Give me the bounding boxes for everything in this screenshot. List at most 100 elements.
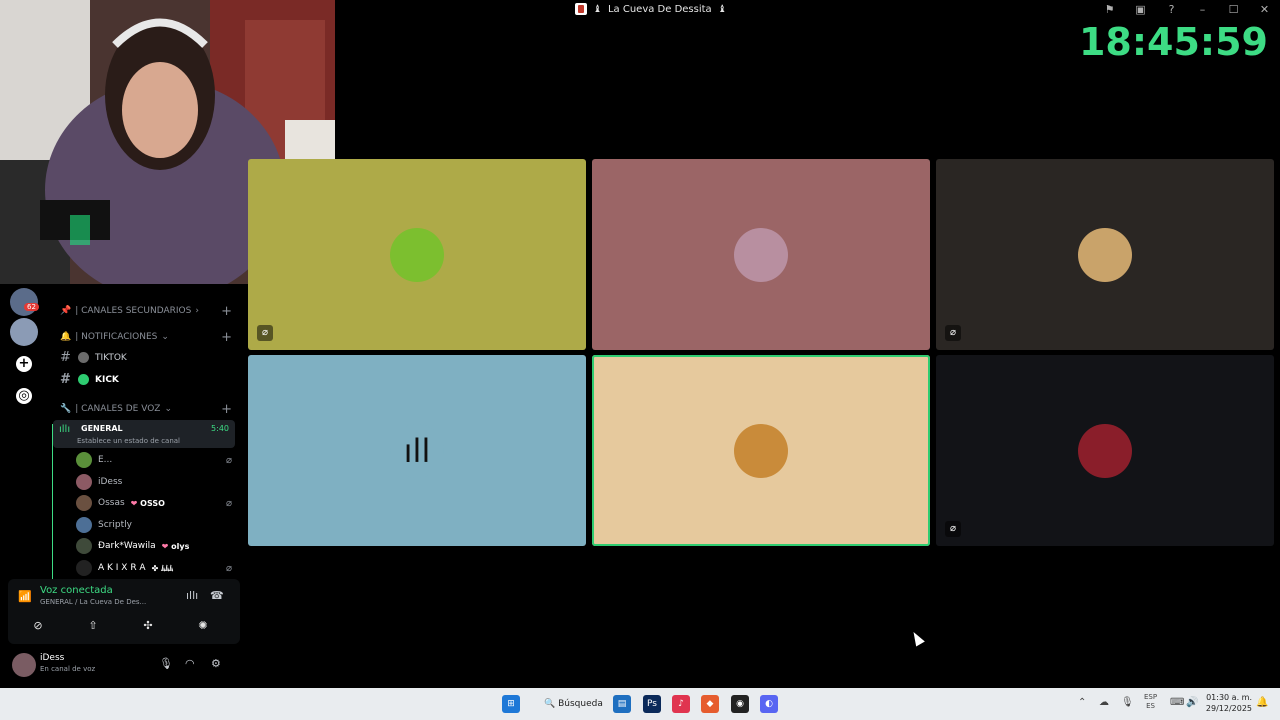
mic-icon[interactable]: 🎙 (159, 657, 173, 670)
participant-tile[interactable] (592, 159, 930, 350)
participant-tile-speaking[interactable] (592, 355, 930, 546)
system-clock[interactable]: 01:30 a. m. 29/12/2025 (1206, 692, 1252, 714)
avatar (76, 560, 92, 576)
avatar (734, 423, 788, 478)
mic-muted-icon: ⌀ (945, 325, 961, 341)
screen-share-icon: ⇧ (88, 619, 98, 632)
search-box[interactable]: 🔍 Búsqueda (536, 694, 608, 714)
voice-member[interactable]: A K I X R A ✤ ﾑﾑﾑ ⌀ (76, 560, 232, 576)
activities-icon: ✣ (143, 619, 153, 632)
add-server-icon[interactable]: + (16, 356, 32, 372)
voice-location[interactable]: GENERAL / La Cueva De Des... (40, 598, 146, 606)
music-icon[interactable]: ♪ (672, 695, 690, 713)
participant-tile[interactable]: ⌀ (248, 159, 586, 350)
category-notifications[interactable]: 🔔 | NOTIFICACIONES ⌄ + (60, 330, 232, 345)
help-icon[interactable]: ? (1156, 2, 1187, 18)
chevron-down-icon: ⌄ (164, 404, 172, 414)
flag-icon[interactable]: ⚑ (1094, 2, 1125, 18)
mic-icon[interactable]: 🎙 (1121, 697, 1134, 708)
maximize-icon[interactable]: ☐ (1218, 2, 1249, 18)
title-decor: ♝ (593, 3, 602, 15)
activities-button[interactable]: ✣ (124, 617, 172, 635)
category-voice[interactable]: 🔧 | CANALES DE VOZ ⌄ + (60, 402, 232, 417)
cloud-icon[interactable]: ☁ (1099, 697, 1109, 708)
voice-member[interactable]: E... ⌀ (76, 452, 232, 468)
brave-browser-icon[interactable]: ◆ (701, 695, 719, 713)
discover-icon[interactable]: ◎ (16, 388, 32, 404)
pin-icon: 📌 (60, 306, 72, 316)
username[interactable]: iDess (40, 653, 64, 663)
chevron-up-icon[interactable]: ⌃ (1078, 697, 1086, 708)
voice-channel-general[interactable]: ıllı GENERAL Establece un estado de cana… (53, 420, 235, 448)
avatar (1078, 227, 1132, 282)
mic-muted-icon: ⌀ (225, 454, 232, 466)
window-title: ♝ La Cueva De Dessita ♝ (575, 3, 727, 15)
signal-icon[interactable]: 📶 (18, 590, 32, 603)
file-explorer-icon[interactable]: ▤ (613, 695, 631, 713)
screen-share-button[interactable]: ⇧ (69, 617, 117, 635)
network-icon[interactable]: ⌨ (1170, 697, 1184, 708)
title-decor: ♝ (717, 3, 727, 15)
app-icon (575, 3, 587, 15)
mic-muted-icon: ⌀ (257, 325, 273, 341)
soundboard-button[interactable]: ✺ (179, 617, 227, 635)
server-icon[interactable] (10, 288, 38, 316)
disconnect-icon[interactable]: ☎ (210, 589, 224, 602)
volume-icon[interactable]: 🔊 (1186, 697, 1198, 708)
photoshop-icon[interactable]: Ps (643, 695, 661, 713)
clock-overlay: 18:45:59 (1078, 20, 1268, 64)
participant-tile[interactable]: ıll (248, 355, 586, 546)
language-indicator[interactable]: ESP ES (1144, 693, 1157, 711)
channel-kick[interactable]: # KICK (60, 372, 119, 387)
channel-tiktok[interactable]: # TIKTOK (60, 350, 127, 365)
voice-member[interactable]: iDess (76, 474, 232, 490)
window-title-text: La Cueva De Dessita (607, 3, 712, 15)
camera-off-button[interactable]: ⊘ (14, 617, 62, 635)
screen: ♝ La Cueva De Dessita ♝ ⚑ ▣ ? – ☐ ✕ 18:4… (0, 0, 1280, 720)
mic-muted-icon: ⌀ (945, 521, 961, 537)
elapsed-time: 5:40 (211, 424, 229, 433)
bell-icon: 🔔 (60, 332, 72, 342)
add-channel-icon[interactable]: + (221, 330, 232, 345)
mic-muted-icon: ⌀ (225, 562, 232, 574)
participant-tile[interactable]: ⌀ (936, 159, 1274, 350)
category-secondary[interactable]: 📌 | CANALES SECUNDARIOS › + (60, 304, 232, 319)
voice-member[interactable]: Ossas ❤ OSSO ⌀ (76, 495, 232, 511)
voice-wave-icon: ıllı (59, 424, 71, 435)
avatar (76, 495, 92, 511)
start-icon[interactable]: ⊞ (502, 695, 520, 713)
hash-icon: # (60, 350, 71, 365)
gear-icon[interactable]: ⚙ (211, 657, 221, 670)
search-icon: 🔍 (544, 699, 556, 709)
notification-bell-icon[interactable]: 🔔 (1256, 697, 1268, 708)
headphones-icon[interactable]: ◠ (185, 657, 195, 670)
close-icon[interactable]: ✕ (1249, 2, 1280, 18)
wrench-icon: 🔧 (60, 404, 72, 414)
user-panel: iDess En canal de voz 🎙 ◠ ⚙ (8, 648, 240, 684)
notification-badge: 62 (24, 303, 39, 311)
participant-tile[interactable]: ⌀ (936, 355, 1274, 546)
voice-member[interactable]: Ðark*Wawila ❤ olys (76, 538, 232, 554)
user-status: En canal de voz (40, 665, 96, 673)
server-rail: 62 + ◎ (0, 284, 48, 579)
voice-wave-icon: ıll (390, 423, 444, 478)
voice-status[interactable]: Voz conectada (40, 585, 113, 596)
minimize-icon[interactable]: – (1187, 2, 1218, 18)
voice-member[interactable]: Scriptly (76, 517, 232, 533)
voice-connected-panel: 📶 Voz conectada GENERAL / La Cueva De De… (8, 579, 240, 644)
avatar (734, 227, 788, 282)
server-icon[interactable] (10, 318, 38, 346)
obs-icon[interactable]: ◉ (731, 695, 749, 713)
avatar[interactable] (12, 653, 36, 677)
channel-status[interactable]: Establece un estado de canal (77, 437, 180, 445)
noise-suppression-icon[interactable]: ıllı (186, 589, 198, 602)
chevron-down-icon: ⌄ (161, 332, 169, 342)
discord-icon[interactable]: ◐ (760, 695, 778, 713)
add-channel-icon[interactable]: + (221, 304, 232, 319)
add-channel-icon[interactable]: + (221, 402, 232, 417)
mouse-cursor (909, 629, 925, 647)
taskbar: ⊞ 🔍 Búsqueda ▤ Ps ♪ ◆ ◉ ◐ ⌃ ☁ 🎙 ESP ES ⌨… (0, 688, 1280, 720)
tree-line (52, 424, 53, 579)
avatar (76, 474, 92, 490)
screen-icon[interactable]: ▣ (1125, 2, 1156, 18)
